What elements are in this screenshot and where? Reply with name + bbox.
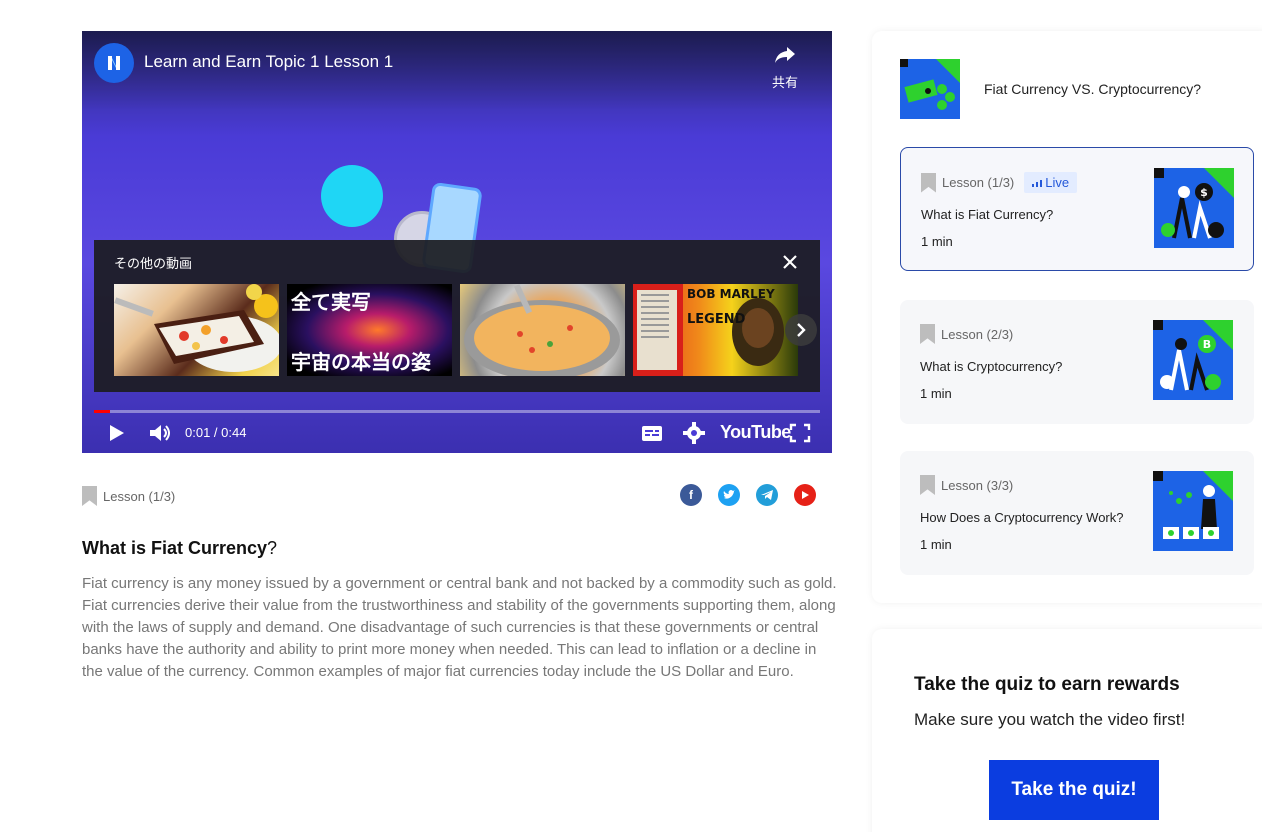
- facebook-share-button[interactable]: f: [680, 484, 702, 506]
- close-icon[interactable]: [780, 252, 800, 272]
- thumbnail-text: 宇宙の本当の姿: [291, 350, 431, 374]
- subtitles-button[interactable]: [640, 419, 664, 447]
- play-button[interactable]: [106, 419, 128, 447]
- facebook-icon: f: [689, 488, 693, 502]
- thumbnail-text: LEGEND: [687, 312, 746, 327]
- lesson-card-title: What is Fiat Currency?: [921, 207, 1054, 222]
- lesson-card-duration: 1 min: [920, 537, 952, 552]
- lesson-card-duration: 1 min: [921, 234, 953, 249]
- telegram-icon: [761, 490, 773, 500]
- lesson-card[interactable]: Lesson (2/3) What is Cryptocurrency? 1 m…: [900, 300, 1254, 424]
- gear-icon: [683, 422, 705, 444]
- bookmark-icon[interactable]: [920, 324, 935, 344]
- quiz-subtitle: Make sure you watch the video first!: [914, 710, 1186, 729]
- lesson-card-tag: Lesson (3/3): [941, 477, 1014, 493]
- lesson-card-header: Lesson (2/3): [920, 324, 1013, 344]
- svg-text:B: B: [1203, 338, 1211, 351]
- share-label: 共有: [771, 75, 798, 90]
- thumbnail-text: BOB MARLEY: [687, 287, 775, 301]
- course-header[interactable]: Fiat Currency VS. Cryptocurrency?: [900, 59, 1201, 119]
- channel-logo-icon[interactable]: [94, 43, 134, 83]
- lesson-card-tag: Lesson (2/3): [941, 326, 1014, 342]
- twitter-icon: [723, 490, 735, 499]
- video-thumbnail[interactable]: [114, 284, 279, 376]
- video-progress-fill: [94, 410, 111, 413]
- thumbnail-text: 全て実写: [291, 290, 371, 314]
- course-thumbnail: [900, 59, 960, 119]
- twitter-share-button[interactable]: [718, 484, 740, 506]
- lesson-card-title: How Does a Cryptocurrency Work?: [920, 510, 1124, 525]
- share-button[interactable]: 共有: [765, 45, 805, 91]
- quiz-card: Take the quiz to earn rewards Make sure …: [872, 629, 1262, 832]
- lesson-card-duration: 1 min: [920, 386, 952, 401]
- lesson-card-tag: Lesson (1/3): [942, 175, 1015, 190]
- chevron-right-icon: [797, 323, 806, 337]
- video-time: 0:01 / 0:44: [185, 425, 247, 440]
- next-arrow-button[interactable]: [785, 314, 817, 346]
- youtube-icon: [802, 491, 809, 499]
- lesson-card[interactable]: Lesson (1/3) Live What is Fiat Currency?…: [900, 147, 1254, 271]
- youtube-logo[interactable]: YouTube: [720, 422, 791, 443]
- video-thumbnail[interactable]: [460, 284, 625, 376]
- volume-button[interactable]: [146, 419, 174, 447]
- page-title-suffix: ?: [267, 538, 278, 558]
- settings-button[interactable]: [682, 419, 706, 447]
- play-icon: [110, 425, 124, 441]
- page-title: What is Fiat Currency?: [82, 538, 277, 559]
- fullscreen-icon: [789, 423, 811, 443]
- subtitles-icon: [642, 426, 662, 441]
- page-title-text: What is Fiat Currency: [82, 538, 268, 558]
- share-icon: [775, 47, 795, 63]
- video-progress-bar[interactable]: [94, 410, 820, 413]
- live-badge: Live: [1024, 172, 1078, 193]
- lesson-sidebar: Fiat Currency VS. Cryptocurrency? Lesson…: [872, 31, 1262, 603]
- telegram-share-button[interactable]: [756, 484, 778, 506]
- lesson-tag-label: Lesson (1/3): [103, 488, 176, 504]
- video-player[interactable]: Learn and Earn Topic 1 Lesson 1 共有 その他の動…: [82, 31, 832, 453]
- lesson-card[interactable]: Lesson (3/3) How Does a Cryptocurrency W…: [900, 451, 1254, 575]
- illustration-circle: [321, 165, 383, 227]
- bookmark-icon[interactable]: [921, 172, 936, 193]
- bookmark-icon[interactable]: [920, 475, 935, 495]
- video-thumbnail[interactable]: BOB MARLEY LEGEND: [633, 284, 798, 376]
- bookmark-icon[interactable]: [82, 486, 97, 506]
- live-badge-label: Live: [1045, 175, 1070, 190]
- lesson-card-thumbnail: B: [1153, 320, 1233, 400]
- live-signal-icon: [1032, 179, 1043, 187]
- quiz-title: Take the quiz to earn rewards: [914, 674, 1180, 695]
- lesson-card-thumbnail: $: [1154, 168, 1234, 248]
- lesson-body-text: Fiat currency is any money issued by a g…: [82, 575, 837, 680]
- lesson-card-thumbnail: [1153, 471, 1233, 551]
- lesson-card-header: Lesson (3/3): [920, 475, 1013, 495]
- youtube-share-button[interactable]: [794, 484, 816, 506]
- course-title: Fiat Currency VS. Cryptocurrency?: [984, 81, 1202, 97]
- video-title[interactable]: Learn and Earn Topic 1 Lesson 1: [144, 52, 393, 72]
- lesson-card-title: What is Cryptocurrency?: [920, 359, 1063, 374]
- take-quiz-button[interactable]: Take the quiz!: [989, 760, 1159, 820]
- more-videos-panel: その他の動画 全て実写 宇宙の本当の姿 BOB MARLEY LEGEND: [94, 240, 820, 392]
- video-thumbnail[interactable]: 全て実写 宇宙の本当の姿: [287, 284, 452, 376]
- volume-icon: [150, 425, 170, 441]
- lesson-page: Learn and Earn Topic 1 Lesson 1 共有 その他の動…: [0, 0, 1262, 832]
- fullscreen-button[interactable]: [788, 419, 812, 447]
- lesson-card-header: Lesson (1/3) Live: [921, 172, 1078, 193]
- lesson-tag: Lesson (1/3): [82, 486, 175, 506]
- svg-text:$: $: [1200, 186, 1208, 199]
- more-videos-title: その他の動画: [114, 256, 193, 271]
